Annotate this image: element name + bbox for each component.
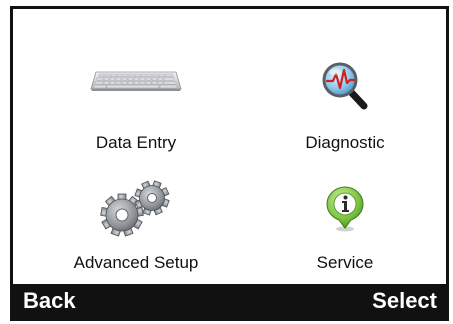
keyboard-icon — [90, 69, 182, 98]
back-softkey[interactable]: Back — [23, 287, 76, 315]
main-menu-grid: Data Entry Diagnostic Advanced Setup Ser… — [13, 9, 446, 284]
softkey-bar: Back Select — [13, 284, 446, 318]
magnifier-heartbeat-icon — [320, 61, 370, 116]
menu-item-label: Data Entry — [95, 133, 177, 152]
gears-icon — [98, 179, 174, 242]
device-screen: Data Entry Diagnostic Advanced Setup Ser… — [10, 6, 449, 321]
menu-item-label: Service — [316, 253, 374, 272]
menu-item-label: Diagnostic — [305, 133, 385, 152]
menu-item-service[interactable]: Service — [245, 159, 445, 274]
info-bubble-icon — [325, 185, 365, 238]
menu-item-label: Advanced Setup — [73, 253, 199, 272]
menu-item-diagnostic[interactable]: Diagnostic — [245, 29, 445, 152]
menu-item-data-entry[interactable]: Data Entry — [36, 29, 236, 152]
select-softkey[interactable]: Select — [372, 287, 437, 315]
menu-item-advanced-setup[interactable]: Advanced Setup — [36, 159, 236, 274]
